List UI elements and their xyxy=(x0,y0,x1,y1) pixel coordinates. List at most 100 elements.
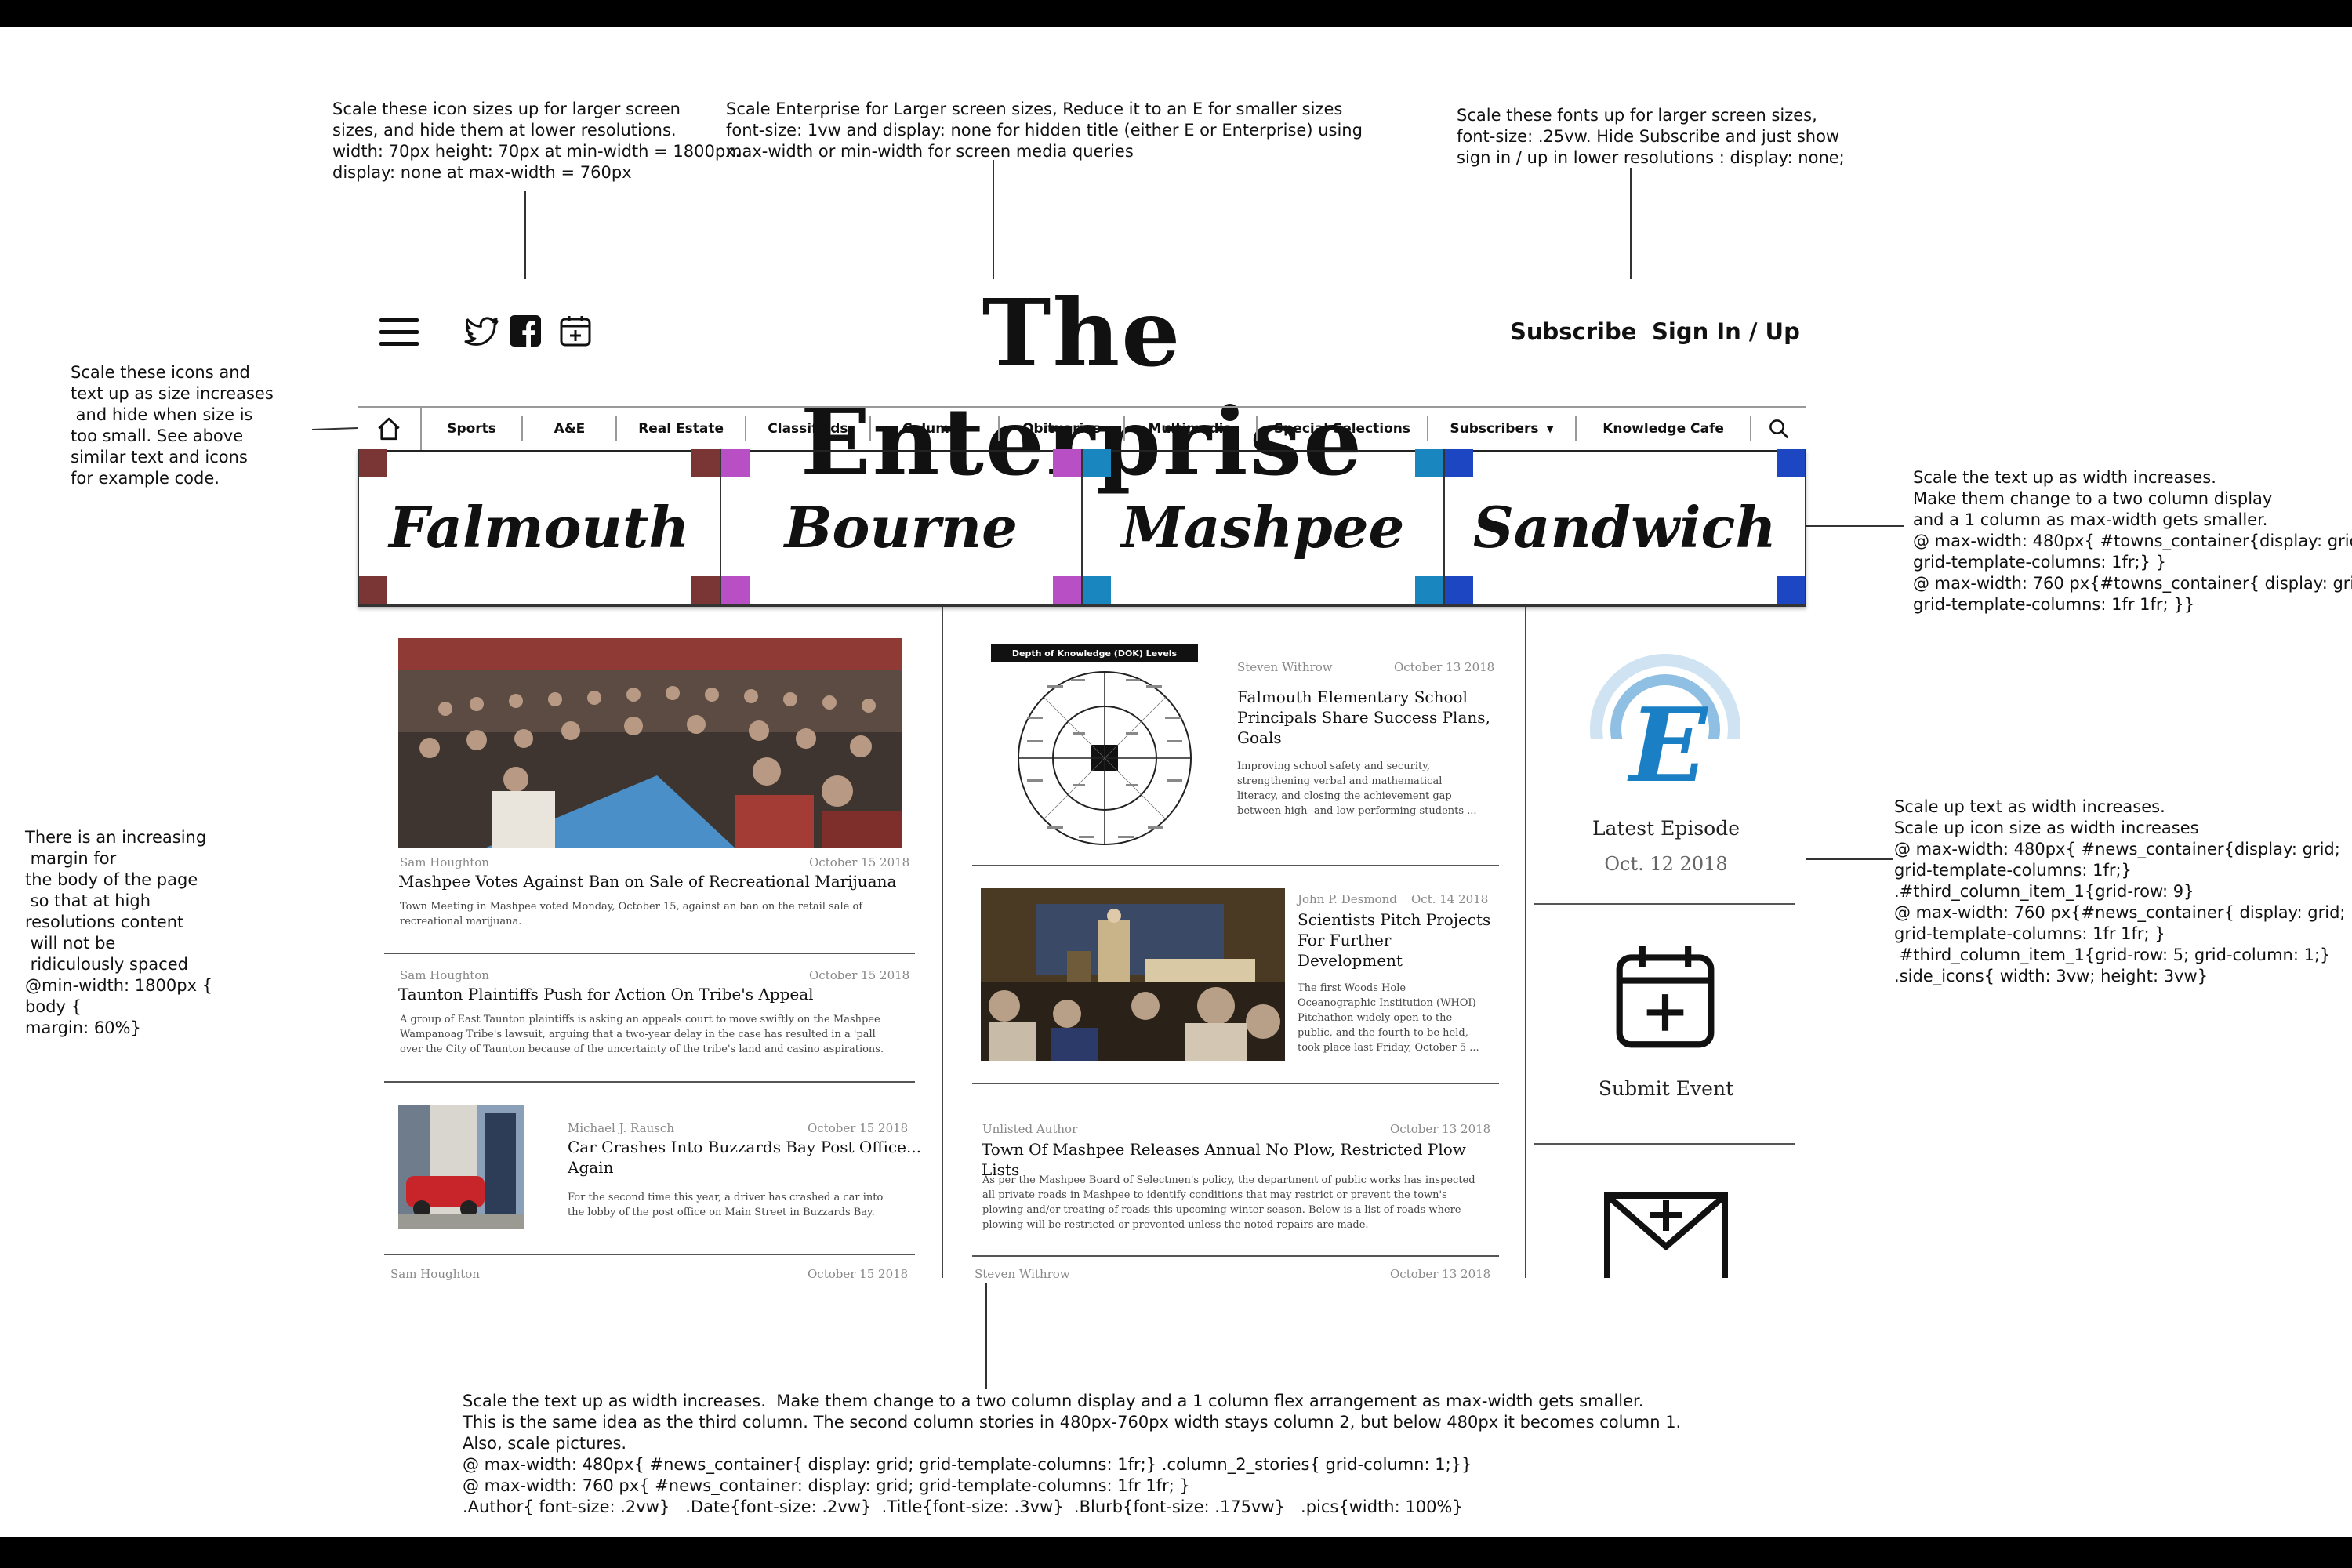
corner-square xyxy=(1414,449,1443,477)
nav-item-columns[interactable]: Columns xyxy=(871,416,1000,441)
note-pointer xyxy=(1806,858,1893,860)
article-author: Steven Withrow xyxy=(1237,660,1333,674)
note-third-column: Scale up text as width increases. Scale … xyxy=(1894,797,2346,985)
article-title[interactable]: Car Crashes Into Buzzards Bay Post Offic… xyxy=(568,1137,921,1178)
article-date: October 15 2018 xyxy=(808,1121,909,1135)
article-divider xyxy=(972,865,1499,866)
corner-square xyxy=(1444,576,1473,604)
nav-item-obituaries[interactable]: Obituaries xyxy=(1000,416,1125,441)
article-title[interactable]: Falmouth Elementary School Principals Sh… xyxy=(1237,687,1504,748)
svg-text:E: E xyxy=(1626,685,1708,805)
nav-item-ae[interactable]: A&E xyxy=(523,416,618,441)
chevron-down-icon: ▼ xyxy=(1546,423,1554,434)
corner-square xyxy=(1053,576,1081,604)
dok-diagram[interactable]: Depth of Knowledge (DOK) Levels xyxy=(991,644,1198,850)
corner-square xyxy=(1777,576,1805,604)
facebook-icon[interactable] xyxy=(506,312,544,350)
article-date: October 15 2018 xyxy=(809,855,910,869)
sidebar-divider xyxy=(1534,1143,1795,1145)
town-falmouth[interactable]: Falmouth xyxy=(358,449,720,604)
town-sandwich[interactable]: Sandwich xyxy=(1443,449,1806,604)
town-mashpee[interactable]: Mashpee xyxy=(1081,449,1443,604)
article-title[interactable]: Taunton Plaintiffs Push for Action On Tr… xyxy=(398,984,900,1004)
article-date: October 15 2018 xyxy=(808,1267,909,1281)
article-blurb: Town Meeting in Mashpee voted Monday, Oc… xyxy=(400,901,863,927)
note-enterprise: Scale Enterprise for Larger screen sizes… xyxy=(726,100,1363,161)
town-bourne[interactable]: Bourne xyxy=(719,449,1081,604)
article-author: Sam Houghton xyxy=(390,1267,480,1281)
column-divider xyxy=(942,607,943,1278)
article-divider xyxy=(384,953,915,954)
menu-icon[interactable] xyxy=(379,318,419,347)
article-title[interactable]: Mashpee Votes Against Ban on Sale of Rec… xyxy=(398,871,900,891)
twitter-icon[interactable] xyxy=(463,312,500,350)
home-icon[interactable] xyxy=(358,408,422,450)
note-pointer xyxy=(524,191,526,279)
corner-square xyxy=(359,449,387,477)
article-divider xyxy=(972,1083,1499,1084)
article-blurb: Improving school safety and security, st… xyxy=(1237,760,1477,817)
article-date: October 15 2018 xyxy=(809,968,910,982)
town-sandwich-label: Sandwich xyxy=(1472,493,1777,561)
corner-square xyxy=(1414,576,1443,604)
nav-item-special-selections[interactable]: Special Selections xyxy=(1258,416,1429,441)
dok-wheel xyxy=(1018,671,1192,845)
corner-square xyxy=(720,449,750,477)
corner-square xyxy=(359,576,387,604)
note-towns: Scale the text up as width increases. Ma… xyxy=(1913,468,2352,614)
note-bottom: Scale the text up as width increases. Ma… xyxy=(463,1392,1682,1516)
note-pointer xyxy=(993,160,994,279)
nav-item-classifieds[interactable]: Classifieds xyxy=(746,416,872,441)
car-crash-photo[interactable] xyxy=(398,1105,524,1229)
subscribe-link[interactable]: Subscribe xyxy=(1510,318,1636,345)
pitchathon-photo[interactable] xyxy=(981,888,1285,1061)
note-fonts: Scale these fonts up for larger screen s… xyxy=(1457,106,1845,167)
note-nav-icons: Scale these icons and text up as size in… xyxy=(71,363,274,488)
calendar-add-icon[interactable] xyxy=(557,312,594,350)
note-margin: There is an increasing margin for the bo… xyxy=(25,828,213,1037)
corner-square xyxy=(1053,449,1081,477)
article-divider xyxy=(384,1254,915,1255)
article-date: Oct. 14 2018 xyxy=(1411,892,1489,906)
article-author: John P. Desmond xyxy=(1298,892,1397,906)
column-divider xyxy=(1525,607,1526,1278)
town-falmouth-label: Falmouth xyxy=(389,493,690,561)
corner-square xyxy=(1083,576,1111,604)
corner-square xyxy=(1083,449,1111,477)
corner-square xyxy=(1777,449,1805,477)
article-date: October 13 2018 xyxy=(1394,660,1495,674)
search-icon[interactable] xyxy=(1751,417,1806,441)
note-icons-top: Scale these icon sizes up for larger scr… xyxy=(332,100,741,182)
article-blurb: A group of East Taunton plaintiffs is as… xyxy=(400,1014,884,1055)
town-mashpee-label: Mashpee xyxy=(1121,493,1405,561)
submit-event-calendar-icon[interactable] xyxy=(1610,939,1720,1054)
note-pointer xyxy=(985,1283,987,1389)
town-meeting-photo[interactable] xyxy=(398,638,902,848)
latest-episode-date: Oct. 12 2018 xyxy=(1604,853,1728,875)
article-blurb: The first Woods Hole Oceanographic Insti… xyxy=(1298,982,1479,1054)
article-author: Michael J. Rausch xyxy=(568,1121,674,1135)
note-pointer xyxy=(311,426,358,431)
article-title[interactable]: Scientists Pitch Projects For Further De… xyxy=(1298,909,1509,971)
note-pointer xyxy=(1630,168,1632,279)
nav-item-real-estate[interactable]: Real Estate xyxy=(617,416,746,441)
sidebar-divider xyxy=(1534,903,1795,905)
nav-item-subscribers-label: Subscribers xyxy=(1450,421,1539,437)
mail-add-icon[interactable] xyxy=(1599,1184,1733,1278)
latest-episode-label[interactable]: Latest Episode xyxy=(1552,817,1780,840)
article-blurb: As per the Mashpee Board of Selectmen's … xyxy=(982,1174,1475,1231)
bottom-black-bar xyxy=(0,1537,2352,1568)
corner-square xyxy=(691,576,720,604)
article-date: October 13 2018 xyxy=(1390,1122,1491,1136)
article-divider xyxy=(384,1081,915,1083)
nav-item-multimedia[interactable]: Multimedia xyxy=(1125,416,1258,441)
nav-item-sports[interactable]: Sports xyxy=(422,416,524,441)
article-divider xyxy=(972,1255,1499,1257)
sign-in-link[interactable]: Sign In / Up xyxy=(1652,318,1800,345)
nav-item-subscribers[interactable]: Subscribers ▼ xyxy=(1428,416,1577,441)
main-nav: Sports A&E Real Estate Classifieds Colum… xyxy=(358,406,1806,452)
submit-event-label[interactable]: Submit Event xyxy=(1552,1077,1780,1100)
nav-item-knowledge-cafe[interactable]: Knowledge Cafe xyxy=(1577,416,1752,441)
top-black-bar xyxy=(0,0,2352,27)
podcast-e-logo-icon[interactable]: E xyxy=(1587,651,1744,808)
